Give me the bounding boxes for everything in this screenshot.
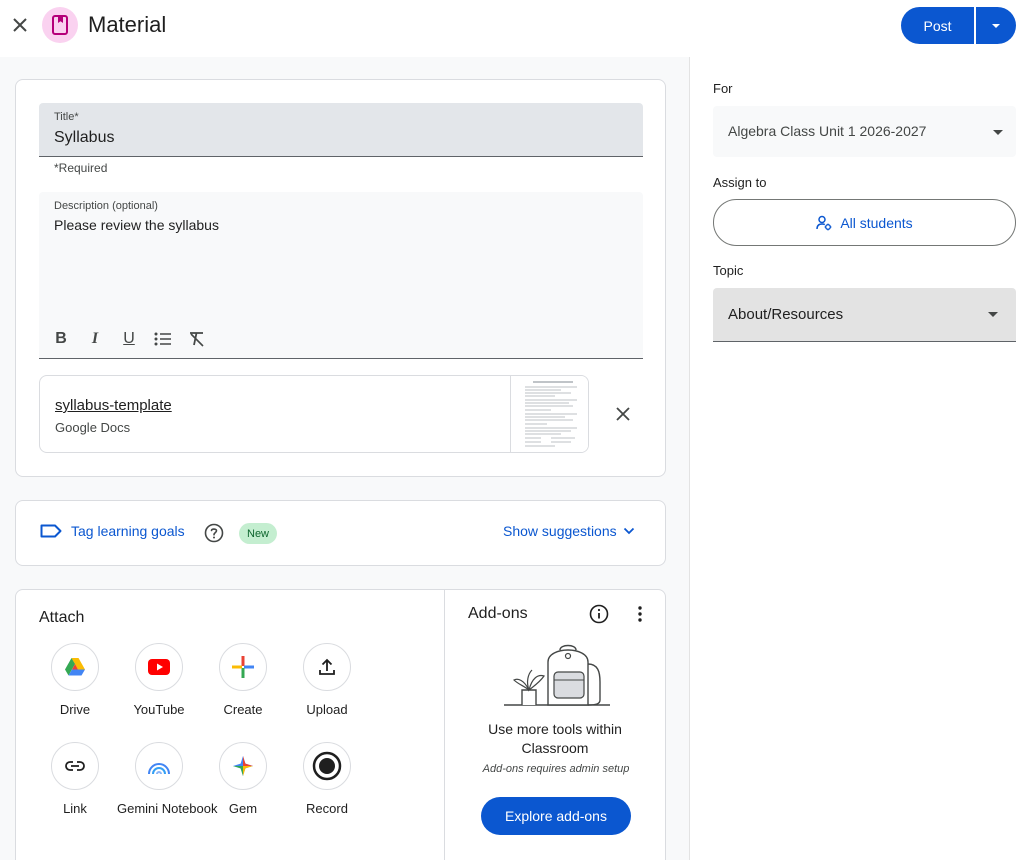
record-icon	[312, 751, 342, 781]
title-field-value[interactable]: Syllabus	[54, 129, 114, 147]
topic-select[interactable]: About/Resources	[713, 288, 1016, 342]
drive-icon	[65, 658, 85, 676]
attach-youtube-label: YouTube	[133, 702, 185, 717]
dropdown-arrow-icon	[993, 130, 1003, 135]
attach-link-label: Link	[63, 801, 87, 816]
document-preview-icon	[521, 378, 583, 452]
help-icon[interactable]	[204, 523, 224, 543]
attach-create-button[interactable]: Create	[201, 643, 285, 717]
top-bar: Material Post	[0, 0, 1024, 52]
attach-heading: Attach	[39, 609, 85, 626]
attach-create-label: Create	[223, 702, 263, 717]
assign-to-value: All students	[840, 214, 913, 231]
attach-record-button[interactable]: Record	[285, 742, 369, 816]
new-badge: New	[239, 523, 278, 544]
italic-icon: I	[91, 330, 99, 347]
attach-drive-button[interactable]: Drive	[33, 643, 117, 717]
learning-goals-card: Tag learning goals New Show suggestions	[15, 500, 666, 566]
explore-addons-button[interactable]: Explore add-ons	[481, 797, 631, 835]
attachment-type: Google Docs	[55, 420, 131, 435]
attachment-thumbnail	[510, 376, 588, 452]
clear-formatting-icon	[190, 332, 204, 347]
class-select-value: Algebra Class Unit 1 2026-2027	[728, 123, 927, 139]
bold-button[interactable]: B	[49, 328, 73, 350]
create-icon	[232, 656, 254, 678]
post-button[interactable]: Post	[901, 7, 974, 44]
bulleted-list-icon	[154, 332, 171, 346]
attach-record-label: Record	[306, 801, 348, 816]
person-settings-icon	[816, 215, 832, 230]
addons-description: Use more tools within Classroom	[488, 721, 622, 756]
attach-addons-divider	[444, 590, 445, 860]
addons-heading: Add-ons	[468, 605, 528, 622]
info-icon[interactable]	[589, 604, 609, 624]
tag-learning-goals-label: Tag learning goals	[71, 523, 185, 539]
more-vert-icon[interactable]	[630, 604, 650, 624]
attach-youtube-button[interactable]: YouTube	[117, 643, 201, 717]
assign-to-label: Assign to	[713, 175, 767, 190]
attach-upload-button[interactable]: Upload	[285, 643, 369, 717]
attach-upload-label: Upload	[306, 702, 348, 717]
topic-label: Topic	[713, 263, 744, 278]
tool-circle	[303, 742, 351, 790]
addons-admin-note: Add-ons requires admin setup	[482, 763, 630, 775]
attach-gem-button[interactable]: Gem	[201, 742, 285, 816]
tag-learning-goals-button[interactable]: Tag learning goals	[40, 523, 185, 539]
required-note: *Required	[54, 161, 108, 175]
material-type-badge	[42, 7, 78, 43]
label-tag-icon	[40, 524, 62, 538]
formatting-toolbar: B I U	[49, 328, 209, 350]
for-label: For	[713, 81, 733, 96]
tool-circle	[135, 643, 183, 691]
tool-circle	[219, 643, 267, 691]
dropdown-arrow-icon	[992, 23, 1000, 28]
dropdown-arrow-icon	[988, 312, 998, 317]
attachment-name[interactable]: syllabus-template	[55, 397, 172, 414]
youtube-icon	[148, 659, 170, 675]
tool-circle	[135, 742, 183, 790]
chevron-down-icon	[623, 527, 634, 535]
tool-circle	[51, 742, 99, 790]
post-button-group: Post	[901, 7, 1016, 44]
close-icon	[13, 18, 27, 32]
attachment-item[interactable]: syllabus-template Google Docs	[39, 375, 589, 453]
backpack-illustration	[504, 644, 610, 706]
bookmark-icon	[52, 15, 68, 35]
tool-circle	[303, 643, 351, 691]
bold-icon: B	[55, 330, 67, 347]
upload-icon	[319, 658, 335, 675]
description-field[interactable]: Description (optional) Please review the…	[39, 192, 643, 359]
close-icon	[616, 407, 630, 421]
attach-gem-label: Gem	[228, 801, 258, 816]
attach-drive-label: Drive	[59, 702, 91, 717]
underline-icon: U	[123, 330, 135, 347]
show-suggestions-label: Show suggestions	[503, 523, 617, 539]
attach-link-button[interactable]: Link	[33, 742, 117, 816]
bulleted-list-button[interactable]	[151, 328, 175, 350]
description-field-value[interactable]: Please review the syllabus	[54, 217, 219, 233]
italic-button[interactable]: I	[83, 328, 107, 350]
panel-divider	[689, 57, 690, 860]
page-title: Material	[88, 12, 167, 37]
attach-gemini-notebook-button[interactable]: Gemini Notebook	[117, 742, 218, 816]
close-button[interactable]	[8, 13, 32, 37]
class-select[interactable]: Algebra Class Unit 1 2026-2027	[713, 106, 1016, 157]
attach-gemini-notebook-label: Gemini Notebook	[117, 801, 218, 816]
attach-card: Attach Drive YouTube Create Upload Link …	[15, 589, 666, 860]
link-icon	[65, 761, 85, 771]
topic-select-value: About/Resources	[728, 306, 844, 323]
underline-button[interactable]: U	[117, 328, 141, 350]
assign-to-button[interactable]: All students	[713, 199, 1016, 246]
tool-circle	[219, 742, 267, 790]
tool-circle	[51, 643, 99, 691]
clear-formatting-button[interactable]	[185, 328, 209, 350]
title-field[interactable]: Title* Syllabus	[39, 103, 643, 157]
post-options-button[interactable]	[976, 7, 1016, 44]
gemini-notebook-icon	[148, 763, 170, 775]
title-field-label: Title*	[54, 111, 79, 123]
show-suggestions-button[interactable]: Show suggestions	[503, 523, 635, 539]
description-field-label: Description (optional)	[54, 200, 158, 212]
remove-attachment-button[interactable]	[611, 402, 635, 426]
gem-icon	[233, 756, 253, 776]
